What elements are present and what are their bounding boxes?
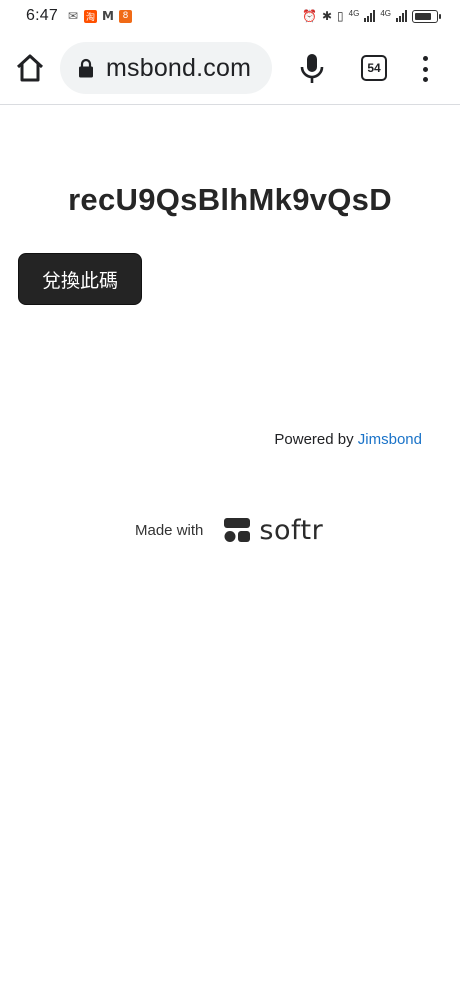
gmail-icon: M <box>101 9 114 23</box>
microphone-icon <box>300 54 324 83</box>
lock-icon <box>79 58 93 78</box>
powered-by: Powered by Jimsbond <box>0 431 422 448</box>
wechat-icon: ✉ <box>67 9 78 23</box>
status-bar: 6:47 ✉ 淘 M 8 ⏰ ✱ ▯ 4G 4G <box>0 0 460 32</box>
network-type-1: 4G <box>348 9 360 18</box>
powered-by-text: Powered by <box>274 431 358 448</box>
menu-dot <box>422 56 428 61</box>
jimsbond-link[interactable]: Jimsbond <box>358 431 422 448</box>
address-bar[interactable]: msbond.com <box>60 42 272 94</box>
tab-switcher-button[interactable]: 54 <box>361 55 387 81</box>
voice-search-button[interactable] <box>298 52 326 84</box>
menu-dot <box>422 66 428 72</box>
battery-icon <box>412 9 441 23</box>
made-with-label: Made with <box>135 521 204 539</box>
softr-brand-name: softr <box>259 514 324 546</box>
alarm-icon: ⏰ <box>302 9 317 23</box>
signal-icon <box>396 10 407 22</box>
menu-dot <box>422 77 428 82</box>
softr-logo-icon <box>224 518 251 542</box>
signal-icon <box>364 10 376 22</box>
status-right: ⏰ ✱ ▯ 4G 4G <box>302 9 441 23</box>
browser-toolbar: msbond.com 54 <box>0 32 460 105</box>
taobao-icon: 淘 <box>83 9 97 23</box>
network-type-2: 4G <box>380 9 391 18</box>
redeem-code-title: recU9QsBlhMk9vQsD <box>68 182 392 217</box>
overflow-menu-button[interactable] <box>418 54 432 84</box>
home-icon <box>16 54 44 82</box>
vibrate-icon: ▯ <box>337 9 344 23</box>
app-icon: 8 <box>118 9 132 23</box>
redeem-code-button[interactable]: 兌換此碼 <box>18 253 142 305</box>
clock: 6:47 <box>26 7 58 24</box>
made-with-softr-badge[interactable]: Made with softr <box>135 512 323 548</box>
bluetooth-icon: ✱ <box>321 9 333 23</box>
status-left: 6:47 ✉ 淘 M 8 <box>26 7 132 25</box>
url-text: msbond.com <box>106 53 252 82</box>
tab-count: 54 <box>367 61 381 75</box>
home-button[interactable] <box>14 52 46 84</box>
